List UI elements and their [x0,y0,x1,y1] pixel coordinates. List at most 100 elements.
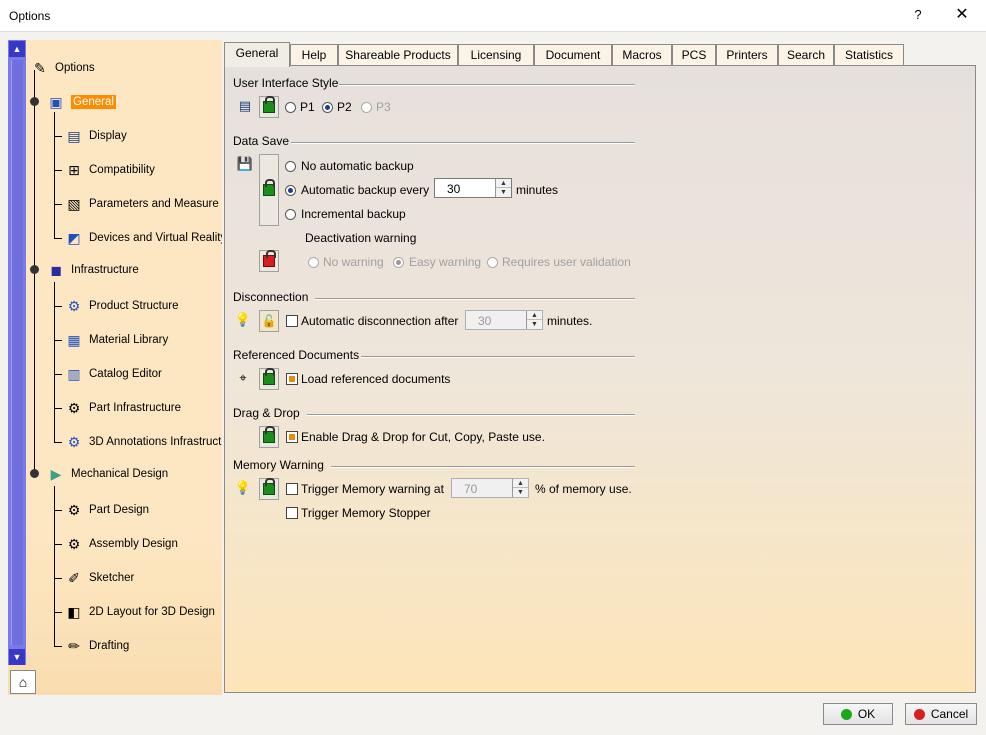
drag-drop-title: Drag & Drop [233,406,300,420]
p2-radio[interactable] [322,102,333,113]
tree-item-general[interactable]: ▣ General [46,91,116,113]
tree-root-options[interactable]: ✎ Options [30,57,95,79]
tree-item-part-design[interactable]: ⚙ Part Design [64,499,149,521]
disconnection-lock-button[interactable]: 🔓 [259,310,279,332]
auto-disconnect-label: Automatic disconnection after [301,314,459,328]
scroll-down-arrow-icon[interactable]: ▼ [9,649,25,665]
spin-down-icon[interactable]: ▼ [496,188,511,197]
tree-item-material-library[interactable]: ▦ Material Library [64,329,168,351]
tree-item-display[interactable]: ▤ Display [64,125,126,147]
memory-spinner[interactable]: 70 ▲ ▼ [451,478,529,498]
auto-backup-radio[interactable] [285,185,296,196]
auto-backup-spinner[interactable]: 30 ▲ ▼ [434,178,512,198]
title-bar: Options ? ✕ [0,0,986,32]
section-divider [339,84,635,86]
lightbulb-icon: 💡 [234,312,252,327]
unlock-icon [263,426,275,443]
tree-item-infrastructure[interactable]: ◼ Infrastructure [46,259,139,281]
scroll-track[interactable] [11,60,23,645]
p1-radio[interactable] [285,102,296,113]
tree-connector [54,578,62,579]
collapse-toggle-general[interactable] [30,97,39,106]
no-backup-label: No automatic backup [301,159,414,173]
auto-disconnect-checkbox[interactable] [286,315,298,327]
lock-icon [263,250,276,267]
help-button[interactable]: ? [906,2,930,28]
collapse-toggle-mechanical[interactable] [30,469,39,478]
tree-connector [54,442,62,443]
trigger-memory-checkbox[interactable] [286,483,298,495]
tab-general[interactable]: General [224,42,290,67]
unlock-icon [263,478,275,495]
p3-radio[interactable] [361,102,372,113]
section-divider [361,356,635,358]
memory-lock-button[interactable] [259,478,279,500]
tree-item-sketcher[interactable]: ✐ Sketcher [64,567,134,589]
no-backup-radio[interactable] [285,161,296,172]
tree-connector [54,112,55,238]
tree-item-drafting[interactable]: ✏ Drafting [64,635,129,657]
tab-statistics[interactable]: Statistics [834,44,904,66]
tree-item-3d-annotations[interactable]: ⚙ 3D Annotations Infrastructure [64,431,222,453]
spinner-arrows[interactable]: ▲ ▼ [526,311,542,329]
save-disk-icon: 💾 [236,156,254,171]
referenced-lock-button[interactable] [259,368,279,390]
data-save-lock-button[interactable] [259,154,279,226]
tree-item-assembly-design[interactable]: ⚙ Assembly Design [64,533,178,555]
dragdrop-lock-button[interactable] [259,426,279,448]
tab-help[interactable]: Help [290,44,338,66]
incremental-backup-label: Incremental backup [301,207,406,221]
tab-licensing[interactable]: Licensing [458,44,534,66]
incremental-backup-radio[interactable] [285,209,296,220]
ui-style-icon: ▤ [238,98,252,113]
tab-printers[interactable]: Printers [716,44,778,66]
spin-up-icon[interactable]: ▲ [496,179,511,188]
requires-validation-radio[interactable] [487,257,498,268]
no-warning-label: No warning [323,255,384,269]
spin-up-icon[interactable]: ▲ [527,311,542,320]
tree-item-compatibility[interactable]: ⊞ Compatibility [64,159,155,181]
memory-stopper-checkbox[interactable] [286,507,298,519]
tab-shareable-products[interactable]: Shareable Products [338,44,458,66]
tree-connector [54,306,62,307]
close-button[interactable]: ✕ [946,2,978,28]
tree-item-parameters[interactable]: ▧ Parameters and Measure [64,193,218,215]
spin-down-icon[interactable]: ▼ [513,488,528,497]
disconnect-spinner[interactable]: 30 ▲ ▼ [465,310,543,330]
data-save-title: Data Save [233,134,290,148]
tree-item-product-structure[interactable]: ⚙ Product Structure [64,295,179,317]
ok-button[interactable]: OK [823,703,893,725]
annotations-icon: ⚙ [67,433,81,450]
tree-item-catalog-editor[interactable]: ▥ Catalog Editor [64,363,162,385]
tree-item-2d-layout[interactable]: ◧ 2D Layout for 3D Design [64,601,215,623]
tree-scrollbar[interactable]: ▲ ▼ [8,40,26,665]
tree-item-part-infrastructure[interactable]: ⚙ Part Infrastructure [64,397,181,419]
no-warning-radio[interactable] [308,257,319,268]
tab-pcs[interactable]: PCS [672,44,716,66]
ui-style-lock-button[interactable] [259,96,279,118]
spinner-arrows[interactable]: ▲ ▼ [495,179,511,197]
section-divider [291,142,635,144]
collapse-toggle-infrastructure[interactable] [30,265,39,274]
spin-up-icon[interactable]: ▲ [513,479,528,488]
deactivation-lock-button[interactable] [259,250,279,272]
spinner-arrows[interactable]: ▲ ▼ [512,479,528,497]
load-referenced-checkbox[interactable] [286,373,298,385]
product-structure-icon: ⚙ [67,297,81,314]
minutes-label: minutes [516,183,559,197]
enable-dragdrop-checkbox[interactable] [286,431,298,443]
ok-icon [840,708,852,720]
cancel-button[interactable]: Cancel [905,703,977,725]
tree-item-mechanical-design[interactable]: ▶ Mechanical Design [46,463,169,485]
tab-document[interactable]: Document [534,44,612,66]
drafting-icon: ✏ [68,637,80,654]
options-icon: ✎ [34,59,46,76]
scroll-up-arrow-icon[interactable]: ▲ [9,41,25,57]
tree-home-icon[interactable]: ⌂ [10,670,36,694]
tree-item-devices[interactable]: ◩ Devices and Virtual Reality [64,227,222,249]
window-title: Options [9,9,51,23]
spin-down-icon[interactable]: ▼ [527,320,542,329]
easy-warning-radio[interactable] [393,257,404,268]
tab-macros[interactable]: Macros [612,44,672,66]
tab-search[interactable]: Search [778,44,834,66]
